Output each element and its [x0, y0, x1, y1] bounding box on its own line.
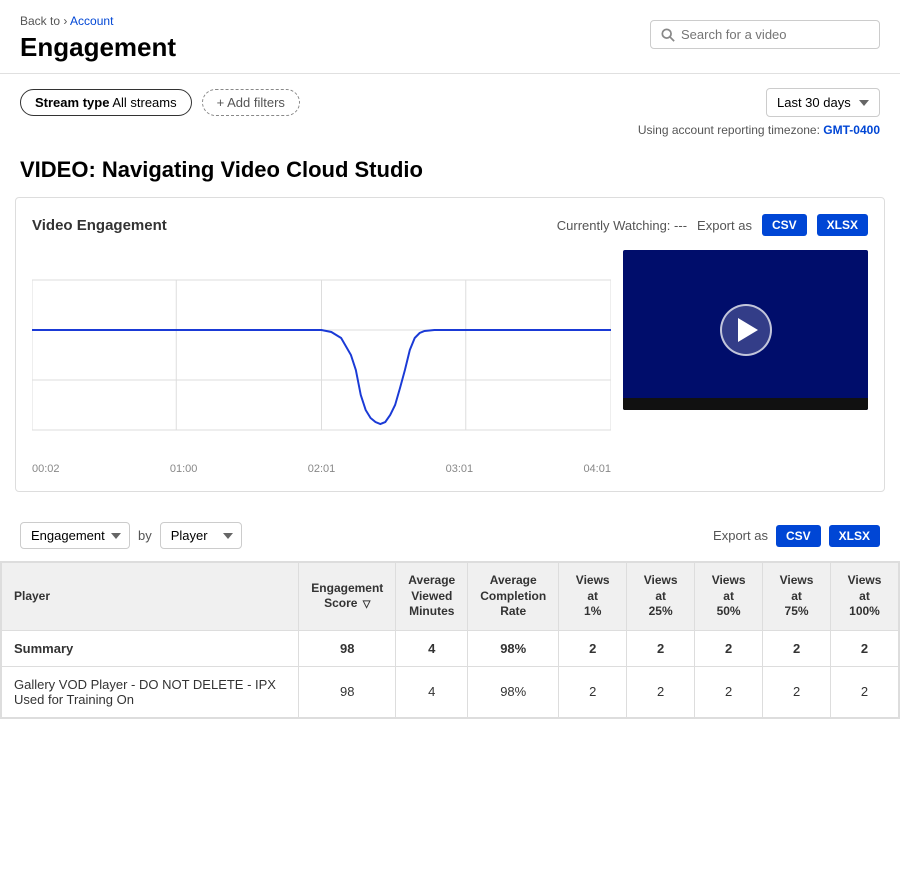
- breadcrumb: Back to › Account: [20, 14, 176, 28]
- by-label: by: [138, 528, 152, 543]
- row-views-50: 2: [695, 666, 763, 717]
- chart-title: Video Engagement: [32, 217, 167, 234]
- timezone-link[interactable]: GMT-0400: [823, 123, 880, 137]
- account-link[interactable]: Account: [70, 14, 113, 28]
- add-filter-button[interactable]: + Add filters: [202, 89, 300, 116]
- summary-views-1: 2: [559, 630, 627, 666]
- chart-card: Video Engagement Currently Watching: ---…: [15, 197, 885, 492]
- row-avg-completion-rate: 98%: [468, 666, 559, 717]
- date-range-select[interactable]: Last 30 days Last 7 days Last 90 days Cu…: [766, 88, 880, 117]
- summary-engagement-score: 98: [299, 630, 396, 666]
- col-views-25: Views at25%: [627, 563, 695, 631]
- col-views-1: Views at1%: [559, 563, 627, 631]
- summary-views-75: 2: [763, 630, 831, 666]
- engagement-table: Player EngagementScore ▽ AverageViewedMi…: [1, 562, 899, 718]
- group-by-select[interactable]: Player Country Device: [160, 522, 242, 549]
- row-avg-viewed-minutes: 4: [396, 666, 468, 717]
- play-icon: [738, 318, 758, 342]
- chart-export-xlsx-button[interactable]: XLSX: [817, 214, 868, 236]
- row-views-75: 2: [763, 666, 831, 717]
- video-progress-bar: [623, 398, 868, 410]
- table-row-summary: Summary 98 4 98% 2 2 2 2 2: [2, 630, 899, 666]
- dimension-select[interactable]: Engagement Views Minutes: [20, 522, 130, 549]
- col-views-100: Views at100%: [831, 563, 899, 631]
- col-player: Player: [2, 563, 299, 631]
- x-label-1: 01:00: [170, 463, 198, 475]
- filters-row: Stream type All streams + Add filters La…: [0, 74, 900, 123]
- col-engagement-score[interactable]: EngagementScore ▽: [299, 563, 396, 631]
- row-player: Gallery VOD Player - DO NOT DELETE - IPX…: [2, 666, 299, 717]
- page-title: Engagement: [20, 32, 176, 63]
- currently-watching: Currently Watching: ---: [557, 218, 687, 233]
- stream-type-filter[interactable]: Stream type All streams: [20, 89, 192, 116]
- search-input[interactable]: [681, 27, 869, 42]
- table-export-csv-button[interactable]: CSV: [776, 525, 821, 547]
- table-row: Gallery VOD Player - DO NOT DELETE - IPX…: [2, 666, 899, 717]
- chart-export-label: Export as: [697, 218, 752, 233]
- col-avg-completion-rate: AverageCompletionRate: [468, 563, 559, 631]
- row-views-100: 2: [831, 666, 899, 717]
- summary-player: Summary: [2, 630, 299, 666]
- summary-avg-completion-rate: 98%: [468, 630, 559, 666]
- summary-views-50: 2: [695, 630, 763, 666]
- summary-views-100: 2: [831, 630, 899, 666]
- x-label-2: 02:01: [308, 463, 336, 475]
- engagement-chart: 0 1 2 00:02 01:00 02:01 03:01 04:01: [32, 250, 611, 475]
- chart-export-csv-button[interactable]: CSV: [762, 214, 807, 236]
- summary-views-25: 2: [627, 630, 695, 666]
- play-button[interactable]: [720, 304, 772, 356]
- table-export-label: Export as: [713, 528, 768, 543]
- row-views-25: 2: [627, 666, 695, 717]
- col-views-50: Views at50%: [695, 563, 763, 631]
- col-avg-viewed-minutes: AverageViewedMinutes: [396, 563, 468, 631]
- row-engagement-score: 98: [299, 666, 396, 717]
- video-thumbnail[interactable]: [623, 250, 868, 410]
- x-label-3: 03:01: [446, 463, 474, 475]
- data-table-wrapper: Player EngagementScore ▽ AverageViewedMi…: [0, 561, 900, 719]
- timezone-row: Using account reporting timezone: GMT-04…: [0, 123, 900, 147]
- x-label-4: 04:01: [583, 463, 611, 475]
- table-controls: Engagement Views Minutes by Player Count…: [0, 510, 900, 561]
- col-views-75: Views at75%: [763, 563, 831, 631]
- row-views-1: 2: [559, 666, 627, 717]
- table-export-xlsx-button[interactable]: XLSX: [829, 525, 880, 547]
- x-label-0: 00:02: [32, 463, 60, 475]
- summary-avg-viewed-minutes: 4: [396, 630, 468, 666]
- search-box: [650, 20, 880, 49]
- video-title: VIDEO: Navigating Video Cloud Studio: [20, 157, 880, 183]
- search-icon: [661, 28, 675, 42]
